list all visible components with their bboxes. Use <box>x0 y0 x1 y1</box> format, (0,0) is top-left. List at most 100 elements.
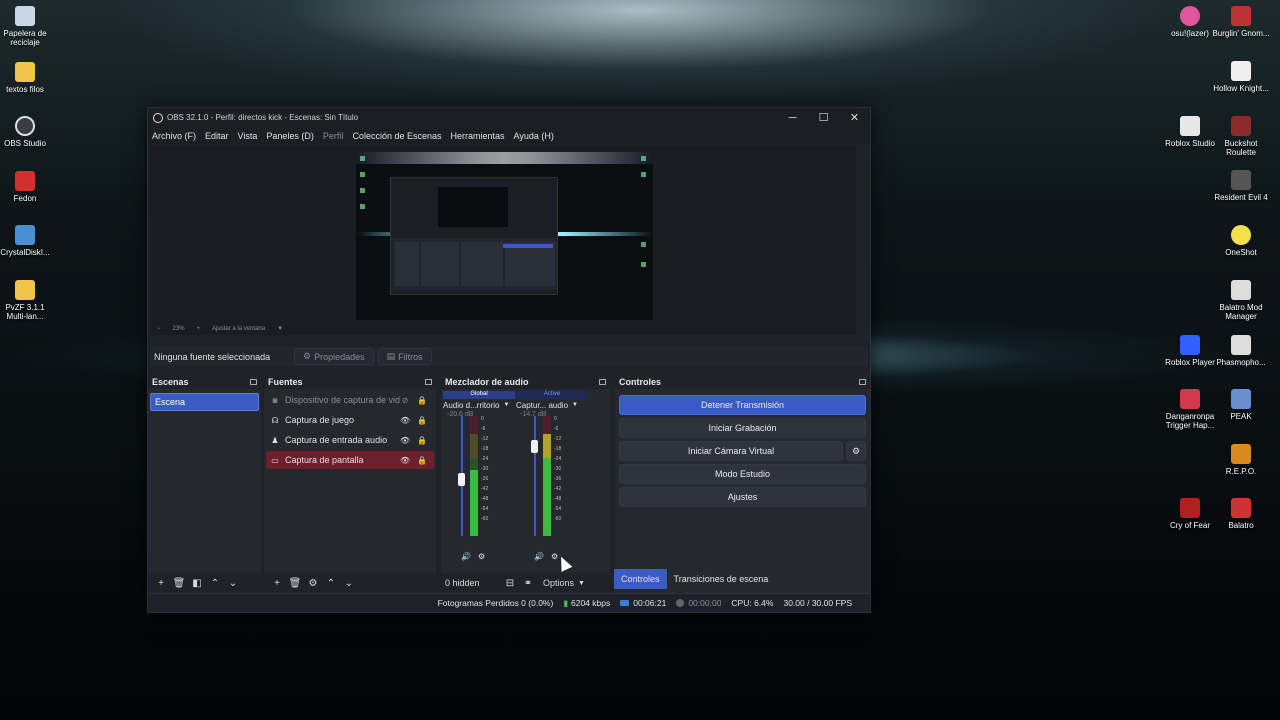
menu-herramientas[interactable]: Herramientas <box>451 131 505 141</box>
tab-scene-transitions[interactable]: Transiciones de escena <box>667 569 776 589</box>
speaker-icon[interactable]: 🔊 <box>534 552 544 561</box>
volume-scale-tick: -24 <box>481 456 489 462</box>
speaker-icon[interactable]: 🔊 <box>461 552 471 561</box>
move-down-icon[interactable]: ⌄ <box>340 578 358 589</box>
desktop-icon-buckshot-roulette[interactable]: Buckshot Roulette <box>1211 116 1271 157</box>
desktop-icon-label: PvZF 3.1.1 Multi-lan... <box>5 303 45 321</box>
roblox-studio-icon <box>1180 116 1200 136</box>
options-button[interactable]: Options <box>543 578 574 588</box>
preview-area[interactable]: − 23% + Ajustar a la ventana ▼ <box>150 146 856 335</box>
menu-paneles[interactable]: Paneles (D) <box>266 131 314 141</box>
source-item-screen-capture[interactable]: ▭ Captura de pantalla 👁 🔒 <box>266 451 434 469</box>
desktop-icon-oneshot[interactable]: OneShot <box>1211 225 1271 257</box>
filters-button[interactable]: ▤ Filtros <box>377 348 432 365</box>
lock-icon[interactable]: 🔒 <box>417 456 427 465</box>
start-virtual-camera-button[interactable]: Iniciar Cámara Virtual <box>619 441 843 461</box>
gear-icon[interactable]: ⚙ <box>304 578 322 589</box>
move-up-icon[interactable]: ⌃ <box>322 578 340 589</box>
undock-icon[interactable] <box>250 378 257 385</box>
studio-mode-button[interactable]: Modo Estudio <box>619 464 866 484</box>
trash-icon[interactable]: 🗑 <box>170 578 188 589</box>
undock-icon[interactable] <box>599 378 606 385</box>
lock-icon[interactable]: 🔒 <box>417 416 427 425</box>
fit-to-window-select[interactable]: Ajustar a la ventana <box>212 326 265 332</box>
desktop-icon-burglin-gnomes[interactable]: Burglin' Gnom... <box>1211 6 1271 38</box>
eye-icon[interactable]: 👁 <box>400 456 410 465</box>
preview-nested-dock <box>461 242 503 286</box>
volume-meter-background <box>470 434 478 458</box>
menu-archivo[interactable]: Archivo (F) <box>152 131 196 141</box>
channel-settings-icon[interactable]: ⚙ <box>478 552 485 561</box>
preview-nested-dock <box>421 242 459 286</box>
source-item-game-capture[interactable]: ☊ Captura de juego 👁 🔒 <box>266 411 434 429</box>
menu-perfil[interactable]: Perfil <box>323 131 344 141</box>
volume-fader-handle[interactable] <box>458 472 465 486</box>
layout-icon[interactable]: ⊟ <box>501 578 519 589</box>
desktop-icon-fedon[interactable]: Fedon <box>0 171 55 203</box>
add-source-icon[interactable]: + <box>268 578 286 589</box>
lock-icon[interactable]: 🔒 <box>417 436 427 445</box>
desktop-icon-obs-studio[interactable]: OBS Studio <box>0 116 55 148</box>
eye-hidden-icon[interactable]: ⊘ <box>400 396 410 405</box>
settings-button[interactable]: Ajustes <box>619 487 866 507</box>
chevron-down-icon[interactable]: ▼ <box>572 402 578 408</box>
desktop-icon-repo[interactable]: R.E.P.O. <box>1211 444 1271 476</box>
stream-time: 00:06:21 <box>620 598 666 608</box>
menu-vista[interactable]: Vista <box>238 131 258 141</box>
sources-dock-header: Fuentes <box>264 374 436 389</box>
tab-controls[interactable]: Controles <box>614 569 667 589</box>
desktop-icon-resident-evil[interactable]: Resident Evil 4 <box>1211 170 1271 202</box>
source-item-audio-input[interactable]: ♟ Captura de entrada audio 👁 🔒 <box>266 431 434 449</box>
desktop-icon-hollow-knight[interactable]: Hollow Knight... <box>1211 61 1271 93</box>
eye-icon[interactable]: 👁 <box>400 416 410 425</box>
chevron-down-icon[interactable]: ▼ <box>503 402 509 408</box>
volume-fader-handle[interactable] <box>531 440 538 454</box>
eye-icon[interactable]: 👁 <box>400 436 410 445</box>
desktop-icon-recycle-bin[interactable]: Papelera de reciclaje <box>0 6 55 47</box>
gear-icon[interactable]: ⚙ <box>846 441 866 461</box>
undock-icon[interactable] <box>859 378 866 385</box>
desktop-icon-balatro-mod-manager[interactable]: Balatro Mod Manager <box>1211 280 1271 321</box>
mixer-channel-name[interactable]: Audio d...rritorio ▼ <box>443 399 515 411</box>
maximize-button[interactable]: ☐ <box>808 108 839 127</box>
desktop-icon-pvzf[interactable]: PvZF 3.1.1 Multi-lan... <box>0 280 55 321</box>
zoom-out-button[interactable]: − <box>157 326 161 332</box>
minimize-button[interactable]: ─ <box>777 108 808 127</box>
volume-scale-tick: -42 <box>481 486 489 492</box>
volume-meter-level <box>543 434 551 458</box>
desktop-icon-crystaldisk[interactable]: CrystalDiskI... <box>0 225 55 257</box>
add-scene-icon[interactable]: + <box>152 578 170 589</box>
volume-scale-tick: -54 <box>481 506 489 512</box>
desktop-icon-phasmophobia[interactable]: Phasmopho... <box>1211 335 1271 367</box>
menu-editar[interactable]: Editar <box>205 131 229 141</box>
preview-desktop-icon <box>360 156 365 161</box>
title-bar[interactable]: OBS 32.1.0 - Perfil: directos kick - Esc… <box>148 108 870 127</box>
zoom-in-button[interactable]: + <box>197 326 201 332</box>
trash-icon[interactable]: 🗑 <box>286 578 304 589</box>
volume-fader-track[interactable] <box>534 416 536 536</box>
desktop-icon-label: Phasmopho... <box>1216 358 1266 367</box>
menu-ayuda[interactable]: Ayuda (H) <box>514 131 554 141</box>
desktop-icon-peak[interactable]: PEAK <box>1211 389 1271 421</box>
move-down-icon[interactable]: ⌄ <box>224 578 242 589</box>
lock-icon[interactable]: 🔒 <box>417 396 427 405</box>
preview-canvas[interactable] <box>356 152 653 320</box>
source-item-video-capture[interactable]: ◙ Dispositivo de captura de video ⊘ 🔒 <box>266 391 434 409</box>
crystaldisk-icon <box>15 225 35 245</box>
filter-icon[interactable]: ◧ <box>188 578 206 589</box>
stop-stream-button[interactable]: Detener Transmisión <box>619 395 866 415</box>
undock-icon[interactable] <box>425 378 432 385</box>
start-recording-button[interactable]: Iniciar Grabación <box>619 418 866 438</box>
link-icon[interactable]: ⚭ <box>519 578 537 589</box>
mixer-channel-name[interactable]: Captur... audio ▼ <box>516 399 588 411</box>
chevron-down-icon[interactable]: ▼ <box>578 580 585 587</box>
scene-item[interactable]: Escena <box>150 393 259 411</box>
desktop-icon-textos-filos[interactable]: textos filos <box>0 62 55 94</box>
menu-coleccion-escenas[interactable]: Colección de Escenas <box>352 131 441 141</box>
move-up-icon[interactable]: ⌃ <box>206 578 224 589</box>
properties-button[interactable]: ⚙ Propiedades <box>294 348 374 365</box>
desktop-icon-balatro[interactable]: Balatro <box>1211 498 1271 530</box>
chevron-down-icon[interactable]: ▼ <box>277 326 283 332</box>
close-button[interactable]: ✕ <box>839 108 870 127</box>
hidden-count[interactable]: 0 hidden <box>445 578 491 588</box>
